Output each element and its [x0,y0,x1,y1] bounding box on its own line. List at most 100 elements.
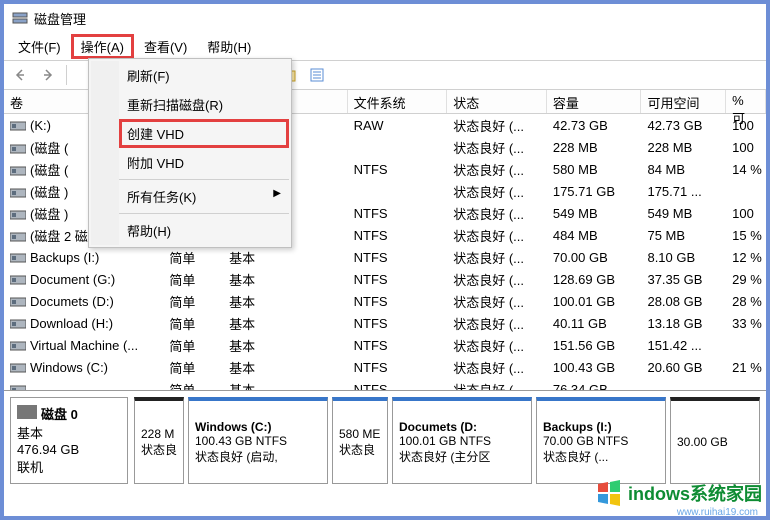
cell-capacity: 76.34 GB [547,381,642,391]
cell-filesystem: NTFS [348,337,448,354]
cell-status: 状态良好 (... [447,137,547,158]
column-percent[interactable]: % 可 [726,90,766,113]
cell-filesystem: NTFS [348,227,448,244]
partition-title: Windows (C:) [195,420,321,434]
cell-capacity: 151.56 GB [547,337,642,354]
column-status[interactable]: 状态 [447,90,547,113]
cell-free: 75 MB [641,227,726,244]
watermark-url: www.ruihai19.com [677,507,758,518]
volume-icon [10,252,26,264]
partition-status: 状态良 [339,441,381,458]
nav-back-button[interactable] [8,63,32,87]
cell-filesystem [348,146,448,148]
cell-volume: Documets (D:) [4,293,163,310]
table-row[interactable]: Documets (D:) 简单 基本 NTFS 状态良好 (... 100.0… [4,290,766,312]
partition-title: Backups (I:) [543,420,659,434]
table-row[interactable]: Backups (I:) 简单 基本 NTFS 状态良好 (... 70.00 … [4,246,766,268]
volume-icon [10,231,26,243]
cell-status: 状态良好 (... [447,379,547,391]
cell-free [641,388,726,390]
dropdown-separator [119,213,289,214]
watermark: indows系统家园 [596,480,762,506]
cell-free: 42.73 GB [641,117,726,134]
cell-volume [4,381,163,391]
partition[interactable]: Windows (C:)100.43 GB NTFS状态良好 (启动, [188,397,328,484]
menubar: 文件(F) 操作(A) 查看(V) 帮助(H) [4,32,766,60]
disk-0-label[interactable]: 磁盘 0 基本 476.94 GB 联机 [10,397,128,484]
cell-layout: 简单 [163,313,223,334]
dropdown-create-vhd[interactable]: 创建 VHD [119,119,289,148]
cell-percent [726,344,766,346]
cell-status: 状态良好 (... [447,203,547,224]
cell-capacity: 228 MB [547,139,642,156]
cell-layout: 简单 [163,291,223,312]
table-row[interactable]: 简单 基本 NTFS 状态良好 (... 76.34 GB [4,378,766,390]
cell-capacity: 549 MB [547,205,642,222]
cell-capacity: 40.11 GB [547,315,642,332]
menu-view[interactable]: 查看(V) [134,34,197,59]
cell-percent: 12 % [726,249,766,266]
cell-percent: 100 [726,139,766,156]
properties-icon[interactable] [305,63,329,87]
partition[interactable]: 228 M状态良 [134,397,184,484]
cell-free: 228 MB [641,139,726,156]
table-row[interactable]: Virtual Machine (... 简单 基本 NTFS 状态良好 (..… [4,334,766,356]
cell-layout: 简单 [163,247,223,268]
cell-percent: 33 % [726,315,766,332]
cell-type: 基本 [223,247,348,268]
submenu-arrow-icon: ▶ [273,188,281,199]
cell-free: 549 MB [641,205,726,222]
cell-status: 状态良好 (... [447,313,547,334]
cell-layout: 简单 [163,335,223,356]
partition-status: 状态良好 (... [543,448,659,465]
cell-filesystem: NTFS [348,161,448,178]
partition-size: 30.00 GB [677,435,753,449]
cell-volume: Backups (I:) [4,249,163,266]
column-filesystem[interactable]: 文件系统 [348,90,448,113]
cell-status: 状态良好 (... [447,269,547,290]
menu-file[interactable]: 文件(F) [8,34,71,59]
disk-mgmt-icon [12,10,28,26]
partition[interactable]: 30.00 GB [670,397,760,484]
partition-status: 状态良好 (启动, [195,448,321,465]
partition[interactable]: Backups (I:)70.00 GB NTFS状态良好 (... [536,397,666,484]
cell-status: 状态良好 (... [447,181,547,202]
table-row[interactable]: Download (H:) 简单 基本 NTFS 状态良好 (... 40.11… [4,312,766,334]
graphical-view: 磁盘 0 基本 476.94 GB 联机 228 M状态良Windows (C:… [4,390,766,490]
table-row[interactable]: Windows (C:) 简单 基本 NTFS 状态良好 (... 100.43… [4,356,766,378]
cell-capacity: 484 MB [547,227,642,244]
dropdown-rescan[interactable]: 重新扫描磁盘(R) [119,90,289,119]
volume-icon [10,209,26,221]
dropdown-attach-vhd[interactable]: 附加 VHD [119,148,289,177]
menu-help[interactable]: 帮助(H) [197,34,261,59]
dropdown-separator [119,179,289,180]
cell-free: 28.08 GB [641,293,726,310]
cell-filesystem: NTFS [348,249,448,266]
nav-forward-button[interactable] [36,63,60,87]
cell-free: 37.35 GB [641,271,726,288]
window-titlebar: 磁盘管理 [4,4,766,32]
volume-icon [10,274,26,286]
partition[interactable]: Documets (D:100.01 GB NTFS状态良好 (主分区 [392,397,532,484]
action-dropdown-menu: 刷新(F) 重新扫描磁盘(R) 创建 VHD 附加 VHD 所有任务(K)▶ 帮… [88,58,292,248]
cell-status: 状态良好 (... [447,115,547,136]
cell-volume: Windows (C:) [4,359,163,376]
dropdown-help[interactable]: 帮助(H) [119,216,289,245]
cell-volume: Download (H:) [4,315,163,332]
cell-percent: 14 % [726,161,766,178]
partition[interactable]: 580 ME状态良 [332,397,388,484]
cell-type: 基本 [223,313,348,334]
dropdown-all-tasks[interactable]: 所有任务(K)▶ [119,182,289,211]
dropdown-refresh[interactable]: 刷新(F) [119,61,289,90]
menu-action[interactable]: 操作(A) [71,34,134,59]
cell-volume: Virtual Machine (... [4,337,163,354]
cell-capacity: 70.00 GB [547,249,642,266]
disk-type: 基本 [17,423,121,442]
cell-type: 基本 [223,269,348,290]
cell-capacity: 580 MB [547,161,642,178]
cell-layout: 简单 [163,269,223,290]
table-row[interactable]: Document (G:) 简单 基本 NTFS 状态良好 (... 128.6… [4,268,766,290]
column-free[interactable]: 可用空间 [641,90,726,113]
volume-icon [10,143,26,155]
column-capacity[interactable]: 容量 [547,90,642,113]
